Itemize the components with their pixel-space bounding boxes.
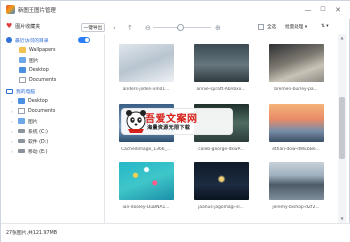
tree-item-pictures[interactable]: › 图片 [11, 117, 38, 125]
sidebar-item-label: Desktop [29, 67, 49, 73]
thumbnail-caption: bremen-burley-pa... [274, 87, 318, 92]
watermark-subtitle: 海量资源无限下载 [147, 125, 191, 131]
app-title: 新图王图片管理 [18, 8, 56, 14]
desktop-icon [19, 67, 26, 73]
document-icon [18, 108, 25, 114]
thumbnail-image[interactable] [194, 44, 249, 82]
thumbnail-image[interactable] [269, 162, 324, 200]
tree-item-drive-d[interactable]: › 软件 (D:) [11, 137, 48, 145]
tree-item-drive-c[interactable]: › 系统 (C:) [11, 127, 48, 135]
slider-knob[interactable] [177, 24, 184, 31]
zoom-in-icon[interactable]: ⊕ [215, 23, 221, 32]
recent-dirs-label: 最近访问的目录 [15, 38, 49, 44]
thumbnail-caption: ian-dooley-DuBNA1... [122, 205, 170, 210]
up-arrow-icon[interactable]: ↑ [127, 23, 133, 32]
expand-caret-icon[interactable]: › [11, 99, 15, 104]
app-logo-icon [6, 5, 15, 14]
expand-caret-icon[interactable]: › [11, 139, 15, 144]
expand-caret-icon[interactable]: › [11, 149, 15, 154]
title-bar: 新图王图片管理 — ☐ ✕ [1, 1, 350, 19]
drive-icon [18, 149, 25, 153]
recent-dirs-toggle[interactable] [78, 37, 90, 43]
thumbnail-caption: caleb-george-4kwP... [198, 147, 244, 152]
tree-item-label: Documents [28, 108, 56, 114]
heart-icon: ♥ [6, 22, 13, 30]
tree-item-label: 图片 [28, 119, 38, 125]
zoom-out-icon[interactable]: ⊖ [145, 23, 151, 32]
tree-item-drive-e[interactable]: › 移动 (E:) [11, 147, 48, 155]
document-icon [19, 77, 26, 83]
scroll-up-icon[interactable]: ▲ [338, 34, 346, 41]
picture-folder-icon [18, 118, 25, 124]
tree-item-label: Desktop [28, 98, 48, 104]
thumbnail-caption: Cachedimage_1366_... [121, 147, 171, 152]
tree-item-desktop[interactable]: › Desktop [11, 97, 48, 105]
thumbnail-image[interactable] [194, 162, 249, 200]
expand-caret-icon[interactable]: › [11, 119, 15, 124]
expand-caret-icon[interactable]: › [11, 129, 15, 134]
back-arrow-icon[interactable]: ‹ [113, 23, 116, 32]
scrollbar-thumb[interactable] [339, 97, 345, 159]
picture-folder-icon [19, 57, 26, 63]
expand-caret-icon[interactable]: › [11, 109, 15, 114]
thumbnail-image[interactable] [119, 162, 174, 200]
close-button[interactable]: ✕ [332, 4, 344, 15]
sidebar-item-pictures[interactable]: 图片 [19, 56, 39, 64]
sidebar-item-wallpapers[interactable]: Wallpapers [19, 46, 56, 54]
thumbnail-image[interactable] [269, 104, 324, 142]
thumbnail-caption: ethan-dow-dWEbBe... [272, 147, 320, 152]
sidebar-item-desktop[interactable]: Desktop [19, 66, 49, 74]
tree-item-documents[interactable]: › Documents [11, 107, 55, 115]
sidebar-item-label: Documents [29, 77, 57, 83]
favorites-entry[interactable]: ♥ 图片收藏夹 [6, 22, 40, 31]
scroll-down-icon[interactable]: ▼ [338, 215, 346, 222]
clock-icon [6, 37, 12, 43]
maximize-button[interactable]: ☐ [317, 4, 329, 15]
sidebar-item-documents[interactable]: Documents [19, 76, 56, 84]
drive-icon [18, 139, 25, 143]
thumbnail-caption: jaanus-jagomagi-sl... [198, 205, 244, 210]
sort-dropdown[interactable]: ⇅ ▾ [321, 24, 329, 29]
select-all-label[interactable]: 全选 [267, 24, 276, 30]
tree-item-label: 软件 (D:) [28, 139, 49, 145]
status-text: 27张图片,共121.97MB [6, 231, 58, 236]
tree-item-label: 移动 (E:) [28, 149, 48, 155]
folder-icon [19, 47, 26, 53]
thumbnail-caption: anders-jilden-xln01... [122, 87, 170, 92]
minimize-button[interactable]: — [302, 4, 314, 15]
status-bar: 27张图片,共121.97MB [1, 223, 350, 242]
drive-icon [18, 129, 25, 133]
monitor-icon [6, 88, 13, 94]
panda-mascot-icon [126, 110, 146, 133]
thumbnail-image[interactable] [119, 44, 174, 82]
recent-dirs-section[interactable]: 最近访问的目录 [6, 36, 49, 44]
sidebar-item-label: 图片 [29, 58, 39, 64]
my-computer-section[interactable]: 我的电脑 [6, 87, 35, 95]
watermark-title: 吾爱文案网 [145, 114, 198, 125]
batch-process-dropdown[interactable]: 批量处理 ▾ [285, 24, 307, 30]
app-window: 新图王图片管理 — ☐ ✕ ♥ 图片收藏夹 一键导出 ‹ ↑ ⊖ ⊕ 全选 批量… [0, 0, 350, 242]
favorites-label: 图片收藏夹 [15, 24, 41, 30]
sidebar-item-label: Wallpapers [29, 47, 56, 53]
tree-item-label: 系统 (C:) [28, 129, 48, 135]
select-all-checkbox[interactable] [258, 24, 264, 30]
thumbnail-caption: annie-spratt-Abnbxx... [196, 87, 246, 92]
export-button[interactable]: 一键导出 [81, 23, 105, 32]
my-computer-label: 我的电脑 [16, 89, 36, 95]
thumbnail-caption: jeremy-bishop-dZf2... [272, 205, 320, 210]
thumbnail-image[interactable] [269, 44, 324, 82]
desktop-icon [18, 98, 25, 104]
